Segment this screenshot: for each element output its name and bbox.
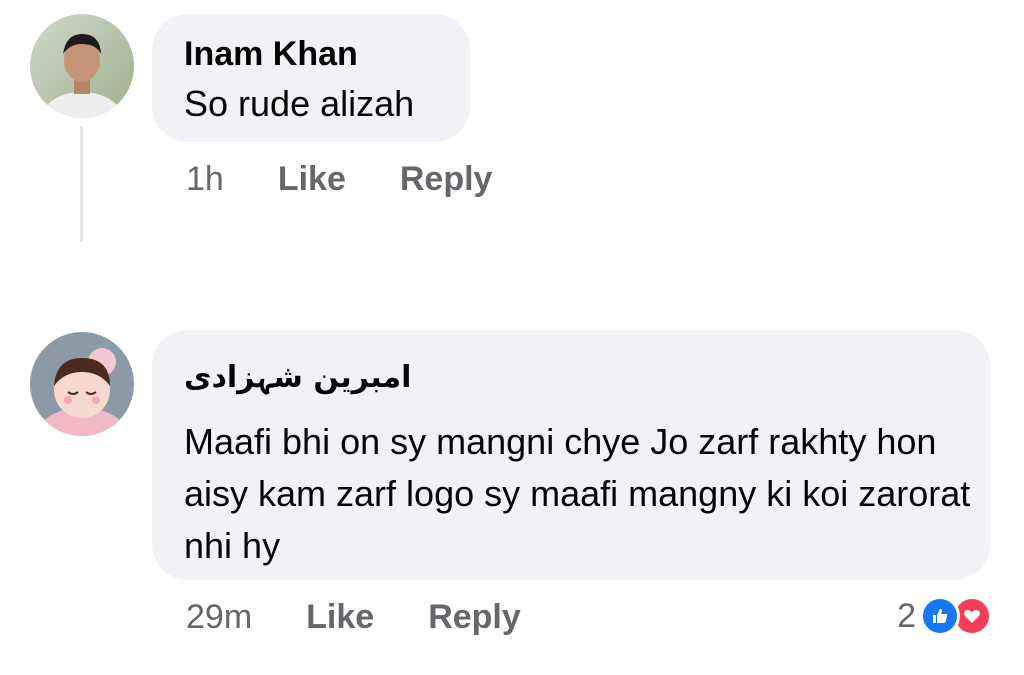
comments-section: Inam Khan So rude alizah 1h Like Reply ا… <box>0 0 1024 675</box>
reactions-summary[interactable]: 2 <box>897 596 992 636</box>
like-button[interactable]: Like <box>306 598 374 637</box>
reaction-count: 2 <box>897 596 916 635</box>
comment-actions: 1h Like Reply <box>186 160 546 199</box>
comment-bubble: Inam Khan So rude alizah <box>152 14 470 142</box>
comment-timestamp[interactable]: 29m <box>186 598 252 637</box>
avatar[interactable] <box>30 332 134 436</box>
reply-button[interactable]: Reply <box>428 598 521 637</box>
comment-actions: 29m Like Reply <box>186 598 575 637</box>
comment-text: So rude alizah <box>184 83 415 124</box>
comment-author[interactable]: Inam Khan <box>184 34 358 74</box>
comment-timestamp[interactable]: 1h <box>186 160 224 199</box>
comment-bubble: امبرین شہزادی Maafi bhi on sy mangni chy… <box>152 330 990 580</box>
like-icon <box>920 596 960 636</box>
like-button[interactable]: Like <box>278 160 346 199</box>
thread-line <box>80 126 83 242</box>
comment-author[interactable]: امبرین شہزادی <box>184 358 411 398</box>
comment-text: Maafi bhi on sy mangni chye Jo zarf rakh… <box>184 421 971 566</box>
reply-button[interactable]: Reply <box>400 160 493 199</box>
avatar[interactable] <box>30 14 134 118</box>
